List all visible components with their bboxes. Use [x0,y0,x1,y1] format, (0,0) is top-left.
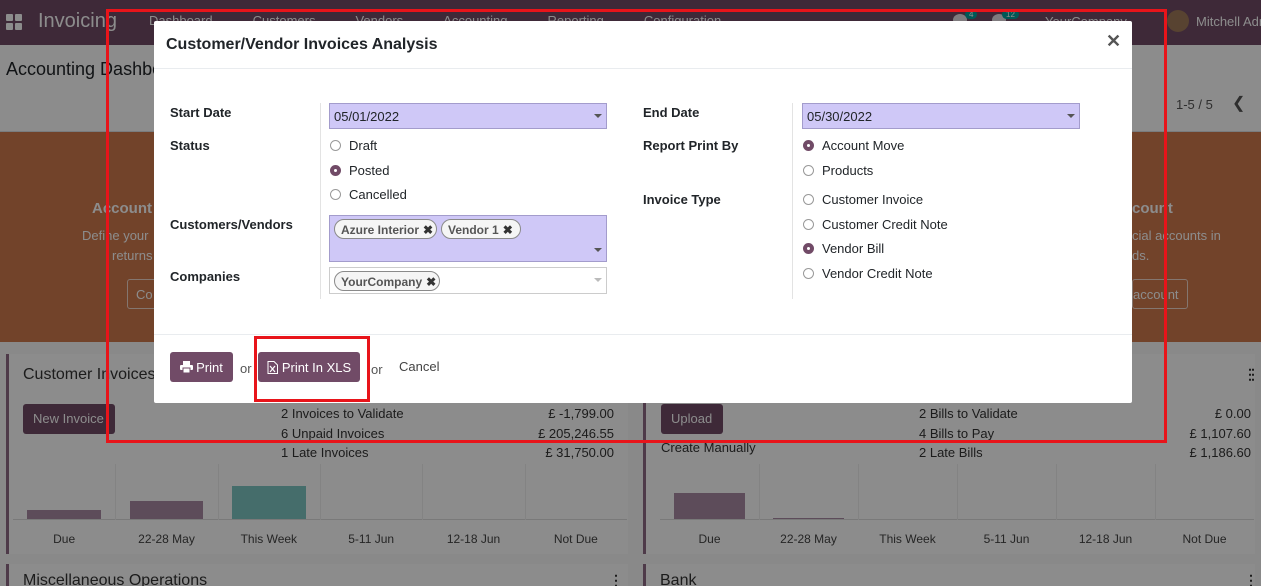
highlight-box-xls-button [254,336,370,402]
